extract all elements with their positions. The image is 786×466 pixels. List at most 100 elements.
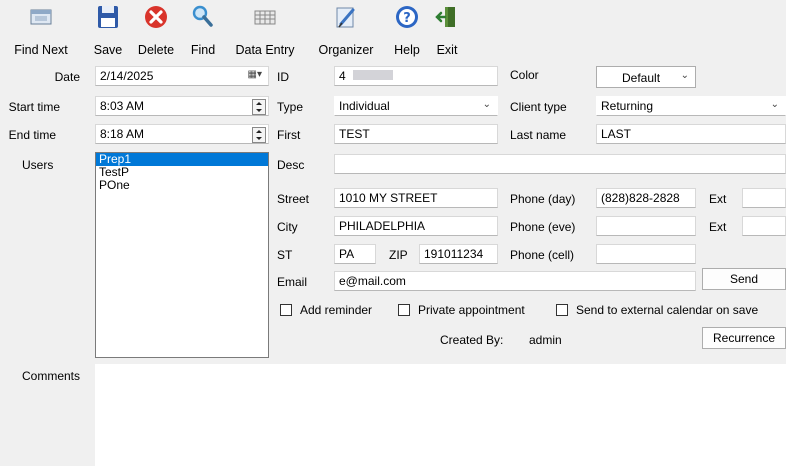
phone-cell-label: Phone (cell)	[510, 248, 575, 262]
end-time-field[interactable]: 8:18 AM	[95, 124, 269, 144]
delete-label: Delete	[137, 43, 175, 57]
client-type-value: Returning	[601, 99, 654, 113]
chevron-down-icon: ⌄	[482, 99, 491, 110]
start-time-field[interactable]: 8:03 AM	[95, 96, 269, 116]
color-label: Color	[510, 68, 539, 82]
help-button[interactable]: ? Help	[388, 2, 426, 60]
state-field[interactable]: PA	[334, 244, 376, 264]
end-time-label: End time	[8, 128, 56, 142]
private-appointment-label[interactable]: Private appointment	[418, 303, 525, 317]
zip-label: ZIP	[389, 248, 408, 262]
client-type-label: Client type	[510, 100, 567, 114]
desc-label: Desc	[277, 158, 305, 172]
first-label: First	[277, 128, 301, 142]
ext-day-label: Ext	[709, 192, 727, 206]
zip-value: 191011234	[424, 247, 484, 261]
phone-eve-field[interactable]	[596, 216, 696, 236]
find-next-label: Find Next	[14, 43, 68, 57]
comments-label: Comments	[22, 369, 81, 383]
created-by-value: admin	[529, 333, 562, 347]
start-time-value: 8:03 AM	[100, 99, 145, 113]
id-redacted-block	[353, 70, 394, 80]
date-picker[interactable]: 2/14/2025 ▦▾	[95, 66, 269, 86]
exit-label: Exit	[436, 43, 458, 57]
organizer-label: Organizer	[318, 43, 374, 57]
end-time-spinner[interactable]	[252, 127, 266, 143]
chevron-down-icon: ⌄	[680, 70, 689, 81]
email-value: e@mail.com	[339, 274, 406, 288]
data-entry-label: Data Entry	[235, 43, 295, 57]
organizer-button[interactable]: Organizer	[308, 2, 384, 60]
send-external-label[interactable]: Send to external calendar on save	[576, 303, 758, 317]
magnifier-icon	[192, 5, 213, 27]
help-label: Help	[394, 43, 420, 57]
first-name-value: TEST	[339, 127, 370, 141]
users-list-item[interactable]: POne	[96, 179, 268, 192]
data-entry-grid-icon	[254, 10, 276, 25]
state-value: PA	[339, 247, 355, 261]
type-select[interactable]: Individual ⌄	[334, 96, 498, 116]
toolbar: Find Next Save Delete Find Data Entry Or…	[0, 0, 786, 62]
zip-field[interactable]: 191011234	[419, 244, 498, 264]
exit-button[interactable]: Exit	[428, 2, 466, 60]
email-label: Email	[277, 275, 308, 289]
help-question-icon: ?	[396, 6, 418, 28]
phone-day-field[interactable]: (828)828-2828	[596, 188, 696, 208]
color-value: Default	[622, 71, 661, 85]
type-label: Type	[277, 100, 304, 114]
phone-day-value: (828)828-2828	[601, 191, 680, 205]
find-label: Find	[190, 43, 216, 57]
first-name-field[interactable]: TEST	[334, 124, 498, 144]
users-list[interactable]: Prep1 TestP POne	[95, 152, 269, 358]
organizer-pen-icon	[336, 7, 355, 28]
start-time-label: Start time	[8, 100, 60, 114]
users-label: Users	[22, 158, 54, 172]
add-reminder-label[interactable]: Add reminder	[300, 303, 372, 317]
phone-eve-label: Phone (eve)	[510, 220, 576, 234]
id-value: 4	[339, 69, 346, 83]
color-select[interactable]: Default ⌄	[596, 66, 696, 88]
date-value: 2/14/2025	[100, 69, 154, 83]
last-name-field[interactable]: LAST	[596, 124, 786, 144]
find-button[interactable]: Find	[184, 2, 222, 60]
data-entry-button[interactable]: Data Entry	[226, 2, 304, 60]
created-by-label: Created By:	[440, 333, 504, 347]
find-next-button[interactable]: Find Next	[2, 2, 80, 60]
city-value: PHILADELPHIA	[339, 219, 426, 233]
start-time-spinner[interactable]	[252, 99, 266, 115]
recurrence-button[interactable]: Recurrence	[702, 327, 786, 349]
email-field[interactable]: e@mail.com	[334, 271, 696, 291]
add-reminder-checkbox[interactable]	[280, 304, 292, 316]
client-type-select[interactable]: Returning ⌄	[596, 96, 786, 116]
find-next-icon	[30, 9, 52, 25]
delete-button[interactable]: Delete	[132, 2, 180, 60]
street-value: 1010 MY STREET	[339, 191, 438, 205]
exit-door-icon	[435, 7, 455, 27]
city-field[interactable]: PHILADELPHIA	[334, 216, 498, 236]
desc-field[interactable]	[334, 154, 786, 174]
end-time-value: 8:18 AM	[100, 127, 145, 141]
save-label: Save	[93, 43, 123, 57]
phone-day-label: Phone (day)	[510, 192, 576, 206]
save-button[interactable]: Save	[88, 2, 128, 60]
id-field[interactable]: 4	[334, 66, 498, 86]
phone-cell-field[interactable]	[596, 244, 696, 264]
city-label: City	[277, 220, 298, 234]
date-label: Date	[54, 70, 80, 84]
last-name-value: LAST	[601, 127, 632, 141]
calendar-dropdown-icon[interactable]: ▦▾	[248, 69, 262, 80]
ext-eve-field[interactable]	[742, 216, 786, 236]
id-label: ID	[277, 70, 289, 84]
ext-eve-label: Ext	[709, 220, 727, 234]
send-external-checkbox[interactable]	[556, 304, 568, 316]
send-button[interactable]: Send	[702, 268, 786, 290]
chevron-down-icon: ⌄	[770, 99, 779, 110]
st-label: ST	[277, 248, 293, 262]
comments-textarea[interactable]	[95, 364, 786, 466]
last-name-label: Last name	[510, 128, 567, 142]
street-label: Street	[277, 192, 310, 206]
svg-text:?: ?	[403, 11, 411, 26]
ext-day-field[interactable]	[742, 188, 786, 208]
private-appointment-checkbox[interactable]	[398, 304, 410, 316]
street-field[interactable]: 1010 MY STREET	[334, 188, 498, 208]
